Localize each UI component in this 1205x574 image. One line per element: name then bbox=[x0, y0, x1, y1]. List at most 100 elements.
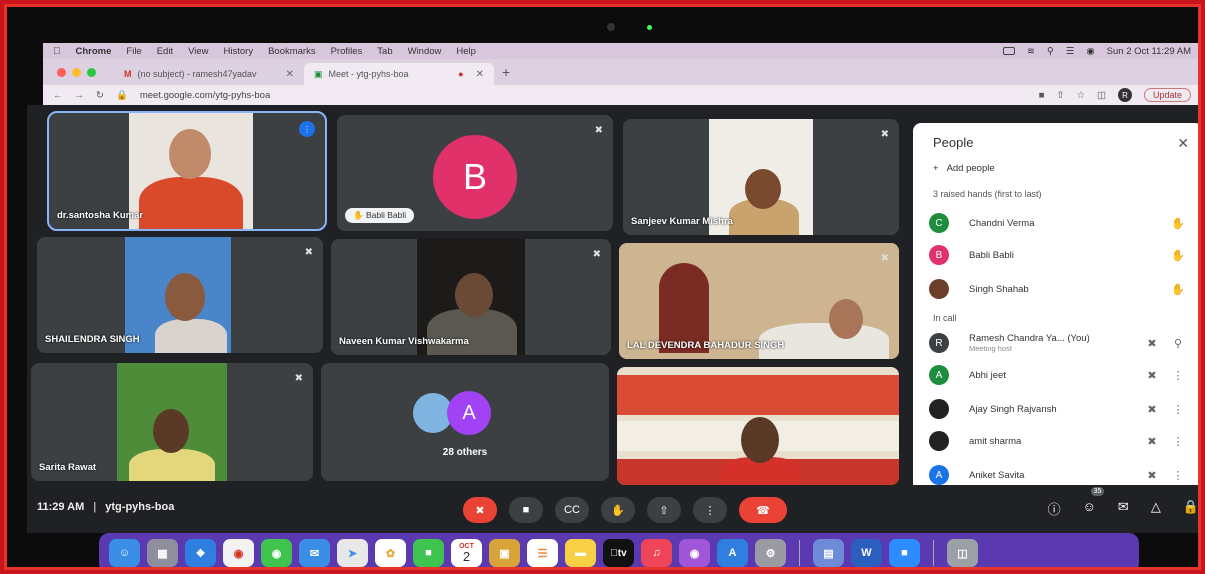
others-tile[interactable]: A 28 others bbox=[321, 363, 609, 481]
photos-icon[interactable]: ✿ bbox=[375, 539, 406, 567]
video-tile[interactable]: B ✖ ✋ Babli Babli bbox=[337, 115, 613, 231]
menu-profiles[interactable]: Profiles bbox=[331, 46, 363, 57]
menu-window[interactable]: Window bbox=[408, 46, 442, 57]
participant-row[interactable]: amit sharma ✖ ⋮ bbox=[929, 429, 1191, 453]
more-options-icon[interactable]: ⋮ bbox=[1165, 403, 1191, 416]
profile-avatar[interactable]: R bbox=[1117, 88, 1132, 102]
forward-icon[interactable]: → bbox=[75, 90, 85, 101]
camera-indicator-icon[interactable]: ■ bbox=[1039, 90, 1045, 101]
reload-icon[interactable]: ↻ bbox=[96, 90, 104, 101]
participant-row[interactable]: A Aniket Savita ✖ ⋮ bbox=[929, 463, 1191, 487]
back-icon[interactable]: ← bbox=[53, 90, 63, 101]
menu-view[interactable]: View bbox=[188, 46, 208, 57]
mic-off-icon[interactable]: ✖ bbox=[1139, 435, 1165, 448]
siri-icon[interactable]: ◉ bbox=[1086, 46, 1094, 57]
control-center-icon[interactable]: ☰ bbox=[1066, 46, 1075, 57]
calendar-icon[interactable]: OCT 2 bbox=[451, 539, 482, 567]
video-tile[interactable]: ✖ LAL DEVENDRA BAHADUR SINGH bbox=[619, 243, 899, 359]
video-tile[interactable]: ⋮ dr.santosha Kumar bbox=[47, 111, 327, 231]
mic-toggle-button[interactable]: ✖ bbox=[463, 497, 497, 523]
mail-icon[interactable]: ✉ bbox=[299, 539, 330, 567]
mic-off-icon[interactable]: ✖ bbox=[1139, 469, 1165, 482]
preview-icon[interactable]: ▤ bbox=[813, 539, 844, 567]
close-tab-icon[interactable]: ✕ bbox=[476, 69, 484, 80]
video-tile[interactable]: ✖ Sanjeev Kumar Mishra bbox=[623, 119, 899, 235]
more-options-icon[interactable]: ⋮ bbox=[1165, 369, 1191, 382]
menu-bookmarks[interactable]: Bookmarks bbox=[268, 46, 316, 57]
trash-icon[interactable]: ◫ bbox=[947, 539, 978, 567]
participant-row[interactable]: A Abhi jeet ✖ ⋮ bbox=[929, 363, 1191, 387]
participant-row[interactable]: Ajay Singh Rajvansh ✖ ⋮ bbox=[929, 397, 1191, 421]
zoom-window-button[interactable] bbox=[87, 67, 96, 77]
host-controls-icon[interactable]: 🔒 bbox=[1183, 499, 1198, 518]
more-options-button[interactable]: ⋮ bbox=[693, 497, 727, 523]
raised-hand-icon[interactable]: ✋ bbox=[1165, 249, 1191, 262]
participant-row[interactable]: C Chandni Verma ✋ bbox=[929, 211, 1191, 235]
raised-hand-icon[interactable]: ✋ bbox=[1165, 217, 1191, 230]
bookmark-star-icon[interactable]: ☆ bbox=[1076, 90, 1085, 101]
video-tile[interactable]: ✖ Naveen Kumar Vishwakarma bbox=[331, 239, 611, 355]
facetime-icon[interactable]: ■ bbox=[413, 539, 444, 567]
apple-icon[interactable]:  bbox=[53, 46, 61, 57]
chat-icon[interactable]: ✉ bbox=[1118, 499, 1129, 518]
messages-icon[interactable]: ◉ bbox=[261, 539, 292, 567]
menu-help[interactable]: Help bbox=[456, 46, 476, 57]
maps-icon[interactable]: ➤ bbox=[337, 539, 368, 567]
leave-call-button[interactable]: ☎ bbox=[739, 497, 787, 523]
captions-button[interactable]: CC bbox=[555, 497, 589, 523]
more-options-icon[interactable]: ⋮ bbox=[1165, 435, 1191, 448]
chrome-icon[interactable]: ◉ bbox=[223, 539, 254, 567]
tab-gmail[interactable]: M (no subject) - ramesh47yadav ✕ bbox=[114, 63, 304, 85]
tab-meet[interactable]: ▣ Meet - ytg-pyhs-boa ● ✕ bbox=[304, 63, 494, 85]
system-preferences-icon[interactable]: ⚙ bbox=[755, 539, 786, 567]
minimize-window-button[interactable] bbox=[72, 67, 81, 77]
safari-icon[interactable]: ❖ bbox=[185, 539, 216, 567]
new-tab-button[interactable]: + bbox=[502, 64, 510, 80]
menu-tab[interactable]: Tab bbox=[377, 46, 392, 57]
raised-hand-icon[interactable]: ✋ bbox=[1165, 283, 1191, 296]
menu-app-name[interactable]: Chrome bbox=[76, 46, 112, 57]
lock-icon[interactable]: 🔒 bbox=[116, 90, 128, 101]
mic-off-icon[interactable]: ✖ bbox=[1139, 369, 1165, 382]
notes-icon[interactable]: ▬ bbox=[565, 539, 596, 567]
sidebar-icon[interactable]: ◫ bbox=[1097, 90, 1106, 101]
close-icon[interactable]: ✕ bbox=[1177, 135, 1189, 152]
mic-off-icon[interactable]: ✖ bbox=[1139, 403, 1165, 416]
more-options-icon[interactable]: ⋮ bbox=[1165, 469, 1191, 482]
present-button[interactable]: ⇧ bbox=[647, 497, 681, 523]
battery-icon[interactable] bbox=[1002, 47, 1015, 55]
url-field[interactable]: meet.google.com/ytg-pyhs-boa bbox=[140, 90, 270, 101]
launchpad-icon[interactable]: ▦ bbox=[147, 539, 178, 567]
apple-tv-icon[interactable]: tv bbox=[603, 539, 634, 567]
info-icon[interactable]: ⓘ bbox=[1048, 499, 1061, 518]
participant-row[interactable]: B Babli Babli ✋ bbox=[929, 243, 1191, 267]
contacts-icon[interactable]: ▣ bbox=[489, 539, 520, 567]
menu-edit[interactable]: Edit bbox=[157, 46, 173, 57]
menu-history[interactable]: History bbox=[224, 46, 254, 57]
update-button[interactable]: Update bbox=[1143, 88, 1191, 102]
music-icon[interactable]: ♫ bbox=[641, 539, 672, 567]
finder-icon[interactable]: ☺ bbox=[109, 539, 140, 567]
people-icon[interactable]: ☺ 35 bbox=[1083, 487, 1105, 518]
add-people-button[interactable]: + Add people bbox=[933, 163, 995, 174]
share-icon[interactable]: ⇧ bbox=[1056, 90, 1064, 101]
spotlight-icon[interactable]: ⚲ bbox=[1047, 46, 1054, 57]
wifi-icon[interactable]: ≋ bbox=[1027, 46, 1035, 57]
pin-icon[interactable]: ⚲ bbox=[1165, 337, 1191, 350]
mic-off-icon[interactable]: ✖ bbox=[1139, 337, 1165, 350]
camera-toggle-button[interactable]: ■ bbox=[509, 497, 543, 523]
activities-icon[interactable]: △ bbox=[1151, 499, 1161, 518]
video-tile[interactable]: ✖ SHAILENDRA SINGH bbox=[37, 237, 323, 353]
menubar-datetime[interactable]: Sun 2 Oct 11:29 AM bbox=[1107, 46, 1191, 57]
close-tab-icon[interactable]: ✕ bbox=[286, 69, 294, 80]
close-window-button[interactable] bbox=[57, 67, 66, 77]
video-tile[interactable] bbox=[617, 367, 899, 485]
reminders-icon[interactable]: ☰ bbox=[527, 539, 558, 567]
participant-row[interactable]: R Ramesh Chandra Ya... (You) Meeting host… bbox=[929, 331, 1191, 355]
menu-file[interactable]: File bbox=[126, 46, 141, 57]
participant-row[interactable]: Singh Shahab ✋ bbox=[929, 277, 1191, 301]
app-store-icon[interactable]: A bbox=[717, 539, 748, 567]
podcasts-icon[interactable]: ◉ bbox=[679, 539, 710, 567]
zoom-app-icon[interactable]: ■ bbox=[889, 539, 920, 567]
word-icon[interactable]: W bbox=[851, 539, 882, 567]
